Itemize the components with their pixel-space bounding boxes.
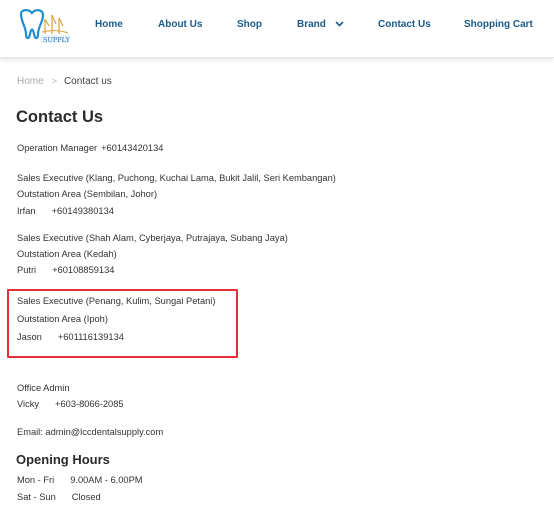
contact-2-person: Putri +60108859134 [17, 265, 114, 275]
hours-weekend-time: Closed [71, 492, 101, 502]
office-admin-phone: +603-8066-2085 [55, 399, 124, 409]
office-admin-name: Vicky [17, 399, 40, 409]
nav-shop[interactable]: Shop [237, 19, 262, 30]
nav-brand[interactable]: Brand [297, 19, 344, 30]
nav-about-us[interactable]: About Us [158, 19, 202, 30]
chevron-down-icon [335, 21, 344, 27]
contact-2-role: Sales Executive (Shah Alam, Cyberjaya, P… [17, 233, 288, 243]
nav-home[interactable]: Home [95, 19, 123, 30]
office-admin-person: Vicky +603-8066-2085 [17, 399, 124, 409]
contact-3-name: Jason [17, 332, 42, 342]
site-header: SUPPLY Home About Us Shop Brand Contact … [0, 0, 554, 58]
nav-shopping-cart[interactable]: Shopping Cart [464, 19, 533, 30]
contact-2-name: Putri [17, 265, 37, 275]
site-logo[interactable]: SUPPLY [18, 8, 72, 48]
contact-2-phone: +60108859134 [52, 265, 115, 275]
office-admin-role: Office Admin [17, 383, 70, 393]
contact-3-phone: +601116139134 [57, 332, 124, 342]
logo-text: SUPPLY [43, 36, 71, 44]
contact-2-area: Outstation Area (Kedah) [17, 249, 117, 259]
operation-manager-role: Operation Manager [17, 143, 98, 153]
breadcrumb-current: Contact us [63, 76, 112, 87]
breadcrumb: Home > Contact us [17, 76, 112, 87]
page-title: Contact Us [16, 108, 104, 126]
contact-3-area: Outstation Area (Ipoh) [17, 314, 108, 324]
contact-3-role: Sales Executive (Penang, Kulim, Sungai P… [17, 296, 216, 306]
hours-weekend-days: Sat - Sun [17, 492, 56, 502]
breadcrumb-separator-icon: > [51, 76, 57, 86]
nav-contact-us[interactable]: Contact Us [378, 19, 431, 30]
opening-hours-title: Opening Hours [16, 452, 110, 467]
contact-1-area: Outstation Area (Sembilan, Johor) [17, 189, 158, 199]
contact-3-person: Jason +601116139134 [17, 332, 124, 342]
nav-brand-label: Brand [297, 19, 326, 30]
contact-1-phone: +60149380134 [51, 206, 114, 216]
hours-weekday: Mon - Fri 9.00AM - 6.00PM [17, 475, 143, 485]
operation-manager-line: Operation Manager +60143420134 [17, 143, 163, 153]
email-line: Email: admin@lccdentalsupply.com [17, 427, 164, 437]
hours-weekday-days: Mon - Fri [17, 475, 55, 485]
contact-1-name: Irfan [17, 206, 36, 216]
hours-weekend: Sat - Sun Closed [17, 492, 101, 502]
hours-weekday-time: 9.00AM - 6.00PM [70, 475, 143, 485]
contact-1-role: Sales Executive (Klang, Puchong, Kuchai … [17, 173, 336, 183]
breadcrumb-home[interactable]: Home [17, 76, 44, 87]
operation-manager-phone: +60143420134 [101, 143, 164, 153]
contact-1-person: Irfan +60149380134 [17, 206, 114, 216]
